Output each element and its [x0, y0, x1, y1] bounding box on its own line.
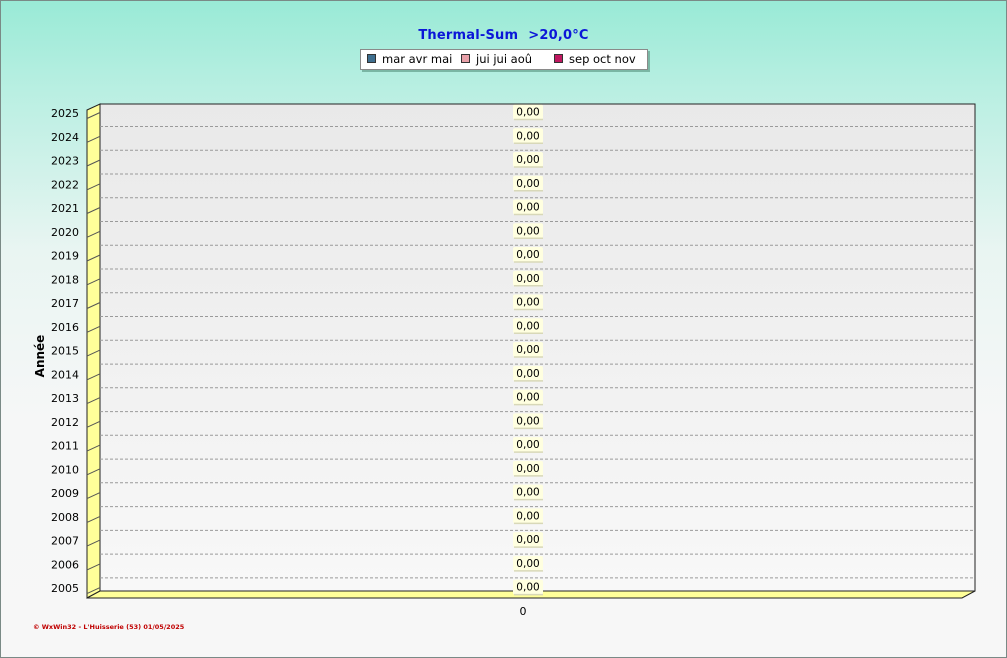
data-label: 0,00 — [513, 104, 543, 121]
y-tick-label: 2007 — [51, 535, 79, 548]
y-tick-label: 2013 — [51, 392, 79, 405]
y-tick-label: 2024 — [51, 131, 79, 144]
data-label: 0,00 — [513, 508, 543, 525]
data-label: 0,00 — [513, 460, 543, 477]
data-label: 0,00 — [513, 413, 543, 430]
y-ticks: 2025 2024 2023 2022 2021 2020 2019 2018 2017 2016… — [51, 107, 79, 595]
y-tick-label: 2025 — [51, 107, 79, 120]
data-label-text: 0,00 — [516, 510, 539, 522]
data-label-text: 0,00 — [516, 320, 539, 332]
data-label-text: 0,00 — [516, 487, 539, 499]
data-label-text: 0,00 — [516, 439, 539, 451]
data-label-text: 0,00 — [516, 368, 539, 380]
y-tick-label: 2022 — [51, 178, 79, 191]
y-tick-label: 2006 — [51, 558, 79, 571]
data-label: 0,00 — [513, 199, 543, 216]
data-label: 0,00 — [513, 318, 543, 335]
y-tick-label: 2010 — [51, 463, 79, 476]
data-label-text: 0,00 — [516, 297, 539, 309]
data-label: 0,00 — [513, 389, 543, 406]
y-tick-label: 2023 — [51, 155, 79, 168]
data-label-text: 0,00 — [516, 154, 539, 166]
y-tick-label: 2011 — [51, 440, 79, 453]
data-label: 0,00 — [513, 365, 543, 382]
data-label-text: 0,00 — [516, 202, 539, 214]
y-tick-label: 2012 — [51, 416, 79, 429]
data-label-text: 0,00 — [516, 558, 539, 570]
data-label-text: 0,00 — [516, 534, 539, 546]
data-label: 0,00 — [513, 579, 543, 596]
x-tick-label: 0 — [520, 605, 527, 618]
data-label-text: 0,00 — [516, 463, 539, 475]
data-label-text: 0,00 — [516, 225, 539, 237]
x-ticks: 0 — [520, 605, 527, 618]
y-tick-label: 2015 — [51, 345, 79, 358]
data-label: 0,00 — [513, 342, 543, 358]
y-tick-label: 2020 — [51, 226, 79, 239]
data-label: 0,00 — [513, 437, 543, 453]
y-tick-label: 2021 — [51, 202, 79, 215]
data-label-text: 0,00 — [516, 178, 539, 190]
data-label: 0,00 — [513, 175, 543, 192]
data-label: 0,00 — [513, 294, 543, 311]
data-label-text: 0,00 — [516, 107, 539, 119]
data-label: 0,00 — [513, 152, 543, 168]
data-label-text: 0,00 — [516, 582, 539, 594]
chart-plot: 2025 2024 2023 2022 2021 2020 2019 2018 2017 2016… — [51, 103, 976, 618]
data-label-text: 0,00 — [516, 415, 539, 427]
data-label: 0,00 — [513, 270, 543, 287]
data-label-text: 0,00 — [516, 249, 539, 261]
y-tick-label: 2019 — [51, 250, 79, 263]
data-label-text: 0,00 — [516, 344, 539, 356]
y-tick-label: 2008 — [51, 511, 79, 524]
data-label: 0,00 — [513, 247, 543, 263]
data-label: 0,00 — [513, 484, 543, 501]
data-label: 0,00 — [513, 555, 543, 572]
y-tick-label: 2005 — [51, 582, 79, 595]
y-tick-label: 2018 — [51, 273, 79, 286]
y-tick-label: 2017 — [51, 297, 79, 310]
data-label-text: 0,00 — [516, 130, 539, 142]
footer-credit: © WxWin32 - L'Huisserie (53) 01/05/2025 — [33, 623, 185, 631]
data-label: 0,00 — [513, 223, 543, 240]
y-tick-label: 2016 — [51, 321, 79, 334]
data-label-text: 0,00 — [516, 273, 539, 285]
data-label: 0,00 — [513, 128, 543, 145]
data-label-text: 0,00 — [516, 392, 539, 404]
data-label: 0,00 — [513, 532, 543, 548]
y-tick-label: 2014 — [51, 368, 79, 381]
data-labels: 0,00 0,00 0,00 0,00 0,00 0,00 0,00 0,00 0,00 0,00… — [513, 104, 543, 596]
y-tick-label: 2009 — [51, 487, 79, 500]
